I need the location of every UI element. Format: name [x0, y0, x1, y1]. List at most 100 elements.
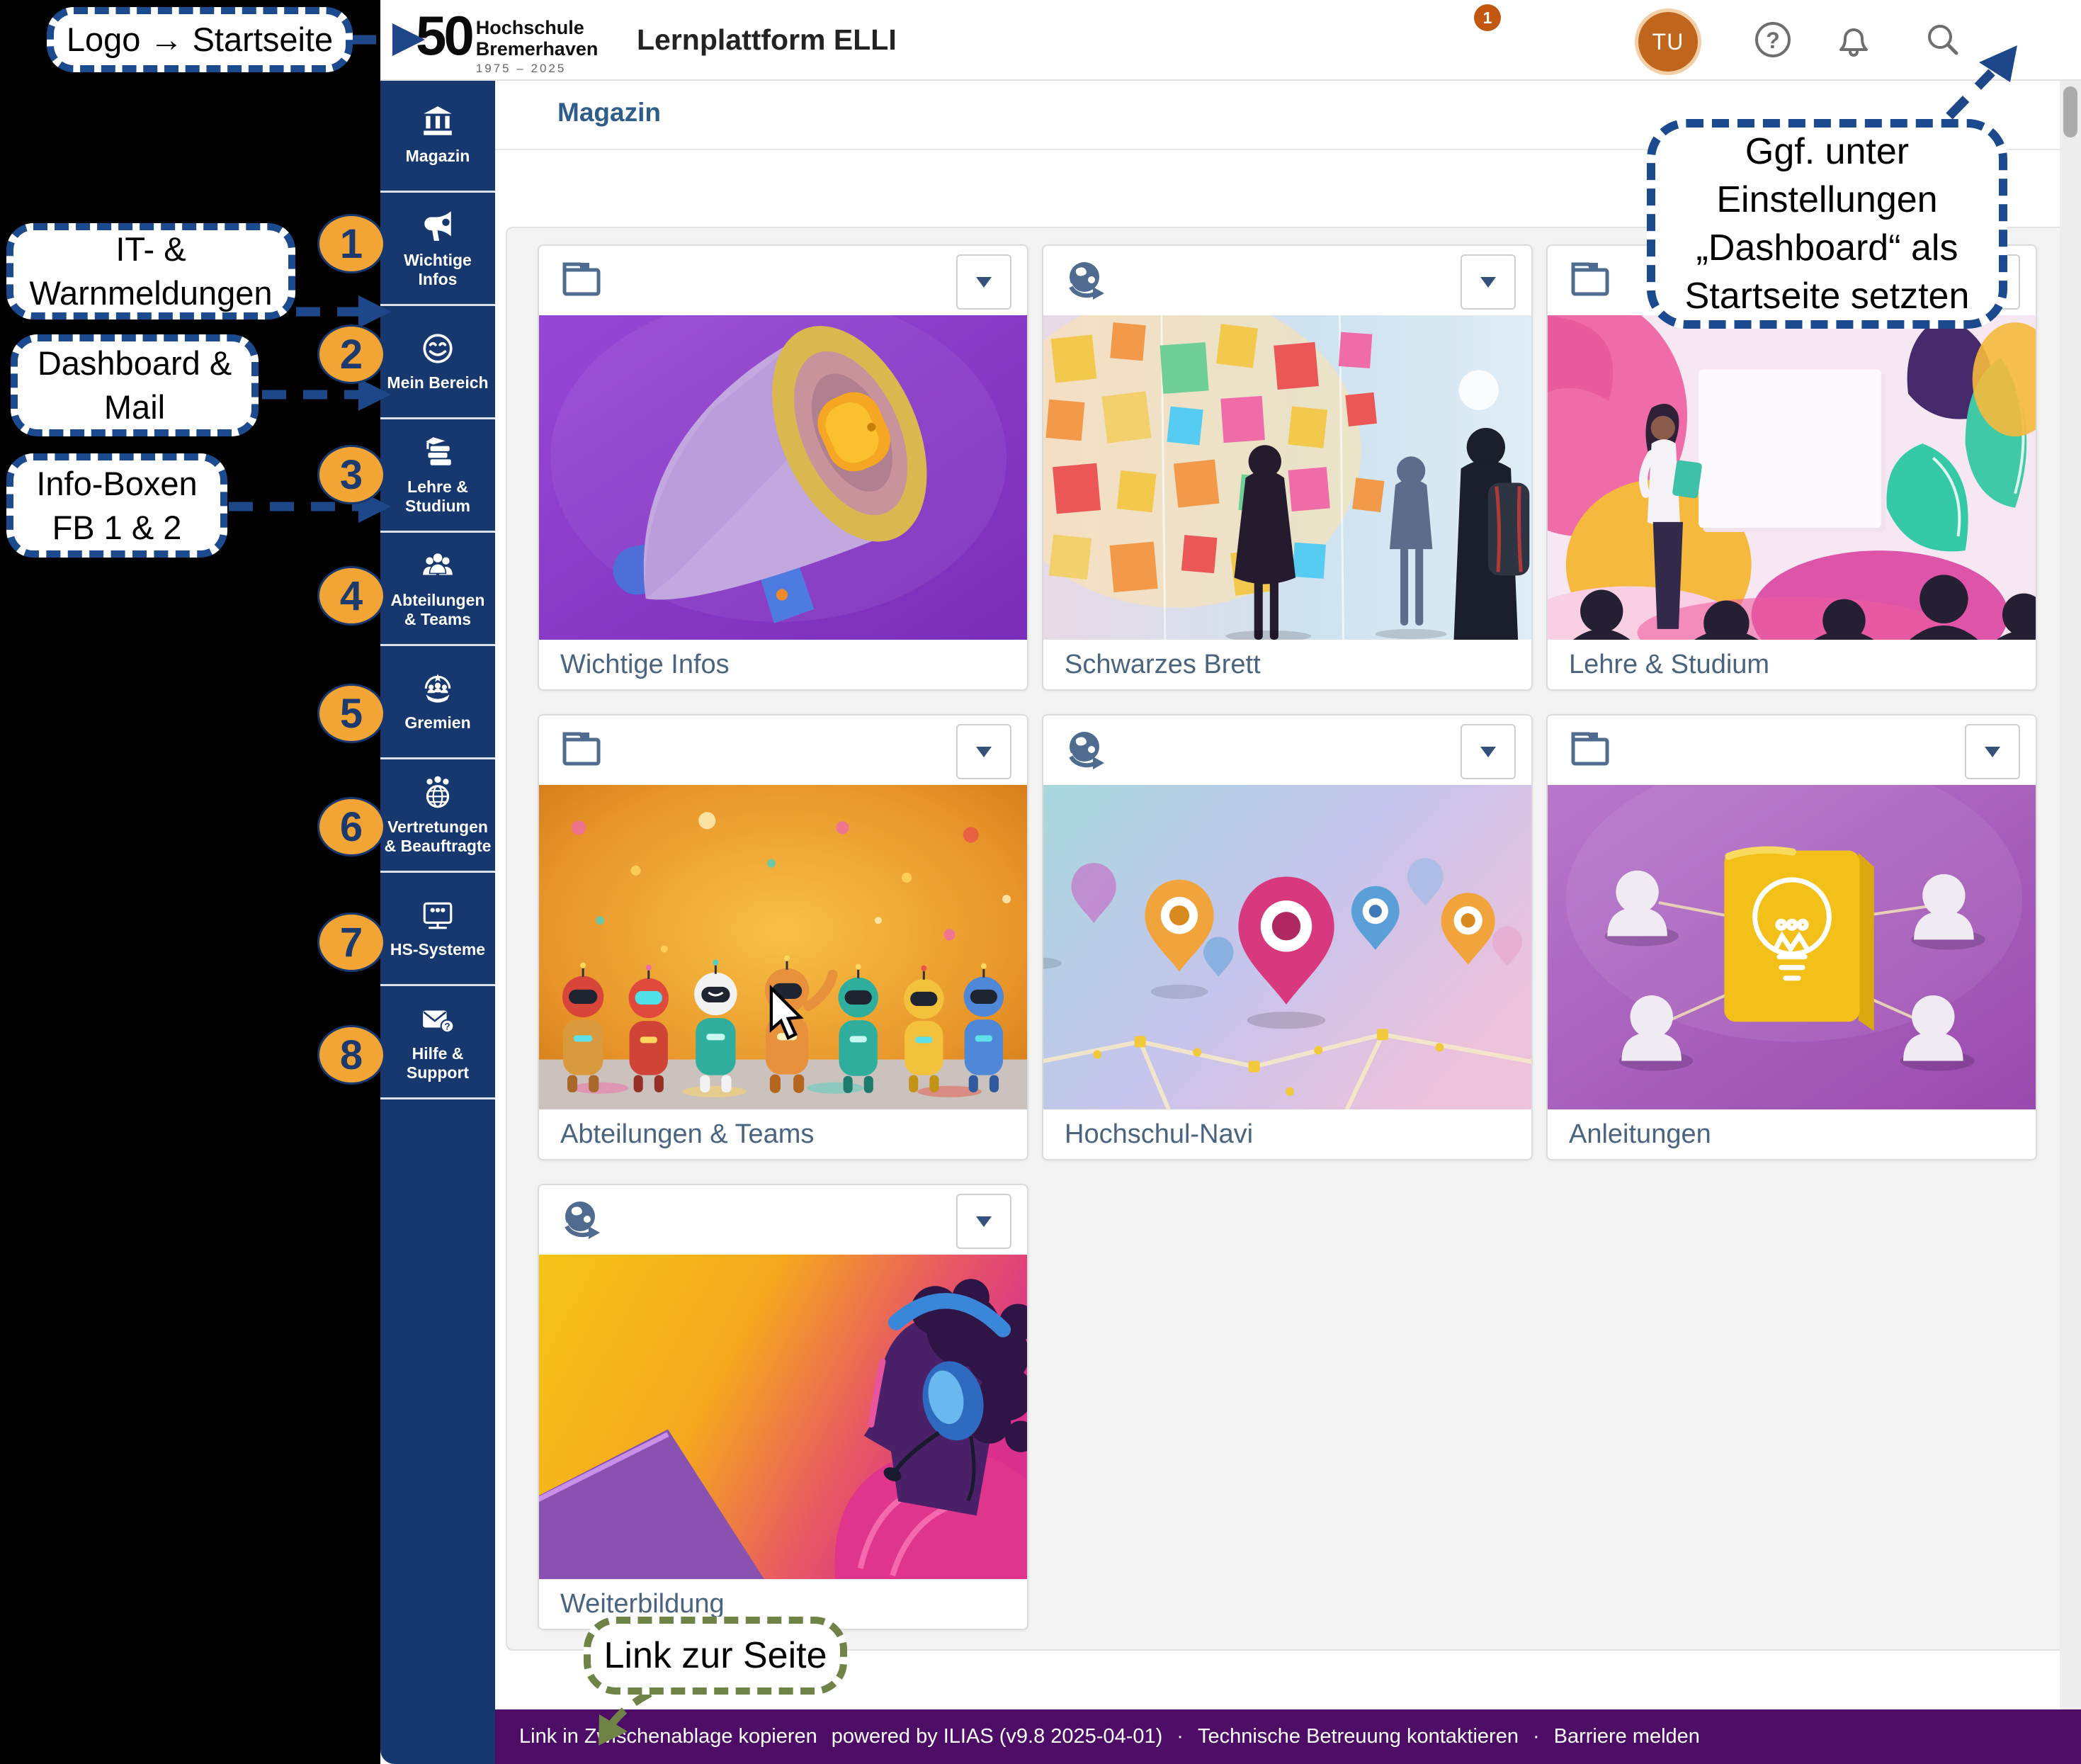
notification-badge: 1	[1474, 4, 1501, 31]
sidebar-item-lehre-studium[interactable]: Lehre & Studium	[380, 419, 495, 533]
sidebar-item-magazin[interactable]: Magazin	[380, 79, 495, 193]
help-icon[interactable]: ?	[1753, 20, 1793, 60]
smiley-icon	[420, 331, 455, 366]
callout-info-boxen: Info-Boxen FB 1 & 2	[6, 453, 227, 558]
callout-line: Mail	[104, 385, 165, 429]
callout-it-warnmeldungen: IT- & Warnmeldungen	[6, 223, 295, 320]
folder-icon	[559, 259, 603, 298]
mail-help-icon: ?	[420, 1002, 455, 1037]
sidebar-item-gremien[interactable]: Gremien	[380, 646, 495, 759]
breadcrumb[interactable]: Magazin	[557, 98, 661, 128]
card-schwarzes-brett[interactable]: Schwarzes Brett	[1042, 244, 1533, 691]
callout-link-zur-seite: Link zur Seite	[584, 1617, 847, 1695]
folder-icon	[559, 728, 603, 768]
sidebar-item-vertretungen[interactable]: Vertretungen & Beauftragte	[380, 759, 495, 873]
callout-text: Link zur Seite	[603, 1634, 827, 1678]
card-actions-dropdown[interactable]	[956, 724, 1011, 779]
card-title: Hochschul-Navi	[1043, 1109, 1531, 1160]
card-image-lightbulb	[1548, 785, 2036, 1109]
sidebar-item-label: HS-Systeme	[387, 940, 488, 959]
sidebar-item-label: Abteilungen & Teams	[380, 591, 495, 629]
card-actions-dropdown[interactable]	[1461, 724, 1516, 779]
chevron-down-icon	[976, 277, 992, 288]
card-actions-dropdown[interactable]	[956, 254, 1011, 310]
footer-copy-link[interactable]: Link in Zwischenablage kopieren	[519, 1725, 817, 1748]
callout-line: Info-Boxen	[36, 462, 197, 506]
scrollbar-track	[2060, 79, 2081, 1709]
avatar[interactable]: TU	[1635, 9, 1701, 75]
card-abteilungen-teams[interactable]: Abteilungen & Teams	[538, 714, 1028, 1160]
card-hochschul-navi[interactable]: Hochschul-Navi	[1042, 714, 1533, 1160]
card-title: Lehre & Studium	[1548, 640, 2036, 691]
sidebar-item-label: Magazin	[403, 147, 473, 166]
sidebar-item-label: Mein Bereich	[384, 373, 491, 392]
callout-line: FB 1 & 2	[52, 506, 182, 550]
card-title: Anleitungen	[1548, 1109, 2036, 1160]
sidebar-item-hs-systeme[interactable]: HS-Systeme	[380, 873, 495, 986]
weblink-icon	[1063, 728, 1108, 774]
callout-line: Dashboard &	[38, 341, 232, 385]
footer-support-link[interactable]: Technische Betreuung kontaktieren	[1198, 1725, 1519, 1748]
assembly-icon	[420, 671, 455, 706]
callout-line: „Dashboard“ als	[1696, 224, 1958, 272]
callout-text: Logo → Startseite	[67, 18, 333, 62]
sidebar-item-abteilungen-teams[interactable]: Abteilungen & Teams	[380, 533, 495, 646]
card-title: Schwarzes Brett	[1043, 640, 1531, 691]
footer-separator: ·	[1533, 1725, 1540, 1748]
callout-line: IT- &	[115, 227, 186, 271]
footer-separator: ·	[1176, 1725, 1184, 1748]
callout-line: Ggf. unter	[1745, 128, 1909, 176]
chevron-down-icon	[1985, 747, 2000, 757]
card-actions-dropdown[interactable]	[956, 1194, 1011, 1249]
card-title: Abteilungen & Teams	[539, 1109, 1027, 1160]
sidebar-item-mein-bereich[interactable]: Mein Bereich	[380, 306, 495, 419]
callout-dashboard-mail: Dashboard & Mail	[11, 334, 259, 436]
card-actions-dropdown[interactable]	[1965, 724, 2020, 779]
callout-line: Einstellungen	[1716, 176, 1937, 224]
card-image-presentation	[1548, 315, 2036, 640]
university-logo[interactable]: 50 Hochschule Bremerhaven 1975 – 2025	[416, 7, 598, 76]
annotation-number-5: 5	[317, 684, 385, 743]
notifications-bell-icon[interactable]	[1834, 20, 1873, 60]
people-icon	[420, 548, 455, 584]
annotation-number-8: 8	[317, 1025, 385, 1085]
footer-barrier-link[interactable]: Barriere melden	[1554, 1725, 1700, 1748]
sidebar-item-label: Lehre & Studium	[380, 477, 495, 516]
card-anleitungen[interactable]: Anleitungen	[1546, 714, 2037, 1160]
card-image-robots	[539, 785, 1027, 1109]
weblink-icon	[1063, 259, 1108, 304]
svg-text:?: ?	[1766, 28, 1780, 53]
card-actions-dropdown[interactable]	[1461, 254, 1516, 310]
footer-powered-by: powered by ILIAS (v9.8 2025-04-01)	[832, 1725, 1163, 1748]
chevron-down-icon	[1480, 747, 1496, 757]
scrollbar-thumb[interactable]	[2063, 86, 2077, 137]
callout-dashboard-startseite: Ggf. unter Einstellungen „Dashboard“ als…	[1647, 119, 2007, 329]
card-wichtige-infos[interactable]: Wichtige Infos	[538, 244, 1028, 691]
chevron-down-icon	[976, 747, 992, 757]
sidebar-item-hilfe-support[interactable]: ? Hilfe & Support	[380, 986, 495, 1099]
logo-years: 1975 – 2025	[476, 62, 599, 76]
annotation-number-6: 6	[317, 797, 385, 856]
sidebar-item-label: Wichtige Infos	[380, 251, 495, 289]
card-image-headphones	[539, 1255, 1027, 1579]
annotation-number-3: 3	[317, 445, 385, 504]
card-weiterbildung[interactable]: Weiterbildung	[538, 1184, 1028, 1630]
sidebar: Magazin Wichtige Infos Mein Bereich Lehr…	[380, 79, 495, 1764]
callout-line: Warnmeldungen	[29, 271, 272, 315]
logo-name-line2: Bremerhaven	[476, 38, 599, 60]
folder-icon	[1567, 728, 1611, 768]
sidebar-item-wichtige-infos[interactable]: Wichtige Infos	[380, 193, 495, 306]
top-header: 50 Hochschule Bremerhaven 1975 – 2025 Le…	[380, 0, 2081, 81]
bank-icon	[420, 104, 455, 140]
page-title: Lernplattform ELLI	[637, 23, 897, 57]
folder-icon	[1567, 259, 1611, 298]
books-icon	[420, 435, 455, 470]
megaphone-icon	[420, 208, 455, 244]
card-image-megaphone	[539, 315, 1027, 640]
callout-line: Startseite setzten	[1685, 272, 1970, 320]
footer-bar: Link in Zwischenablage kopieren powered …	[495, 1709, 2081, 1764]
chevron-down-icon	[976, 1216, 992, 1227]
search-icon[interactable]	[1923, 20, 1963, 60]
monitor-icon	[420, 898, 455, 933]
svg-text:?: ?	[444, 1021, 450, 1031]
